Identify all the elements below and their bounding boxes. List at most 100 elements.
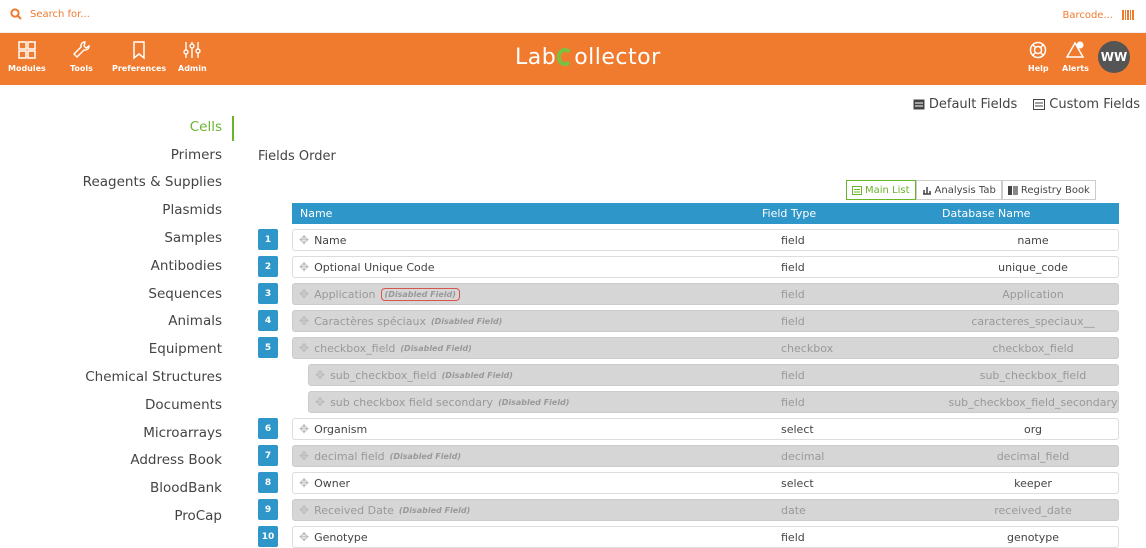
nav-admin-label: Admin (178, 64, 207, 73)
sidebar-item-antibodies[interactable]: Antibodies (0, 252, 222, 280)
barcode-label[interactable]: Barcode... (1062, 10, 1113, 21)
drag-handle-icon[interactable]: ✥ (299, 530, 309, 544)
tab-custom-fields[interactable]: Custom Fields (1033, 97, 1140, 112)
field-row[interactable]: ✥ Optional Unique Code field unique_code (292, 256, 1119, 278)
database-name-cell: keeper (1014, 477, 1052, 490)
sidebar-item-primers[interactable]: Primers (0, 141, 222, 169)
drag-handle-icon[interactable]: ✥ (299, 449, 309, 463)
database-name-cell: checkbox_field (992, 342, 1074, 355)
sidebar-item-sequences[interactable]: Sequences (0, 280, 222, 308)
drag-handle-icon[interactable]: ✥ (315, 395, 325, 409)
drag-handle-icon[interactable]: ✥ (299, 422, 309, 436)
field-row[interactable]: ✥ Caractères spéciaux (Disabled Field) fiel… (292, 310, 1119, 332)
drag-handle-icon[interactable]: ✥ (299, 233, 309, 247)
field-type-cell: decimal (781, 450, 825, 463)
nav-modules-label: Modules (8, 64, 46, 73)
barcode-box[interactable]: Barcode... (1062, 9, 1134, 21)
search-input[interactable] (30, 8, 230, 20)
tab-registry-book-label: Registry Book (1020, 184, 1090, 196)
row-number-badge: 3 (258, 283, 278, 304)
page-title: Fields Order (258, 149, 336, 164)
sub-field-row[interactable]: ✥ sub checkbox field secondary (Disabled F… (308, 391, 1119, 413)
disabled-field-tag: (Disabled Field) (430, 316, 503, 326)
drag-handle-icon[interactable]: ✥ (299, 314, 309, 328)
sidebar-item-documents[interactable]: Documents (0, 391, 222, 419)
database-name-cell: sub_checkbox_field_secondary (948, 396, 1118, 409)
nav-help[interactable]: Help (1028, 40, 1049, 73)
sidebar-item-equipment[interactable]: Equipment (0, 335, 222, 363)
user-avatar[interactable]: WW (1098, 41, 1130, 73)
field-name-cell: ✥ Application (Disabled Field) (299, 287, 460, 301)
labcollector-logo[interactable]: Lab ollector (515, 45, 661, 70)
database-name-cell: Application (1002, 288, 1064, 301)
sidebar-item-cells[interactable]: Cells (0, 113, 222, 141)
nav-alerts[interactable]: Alerts (1062, 40, 1089, 73)
drag-handle-icon[interactable]: ✥ (299, 476, 309, 490)
drag-handle-icon[interactable]: ✥ (299, 287, 309, 301)
row-number-badge: 8 (258, 472, 278, 493)
field-row[interactable]: ✥ checkbox_field (Disabled Field) checkbox c… (292, 337, 1119, 359)
sidebar-item-plasmids[interactable]: Plasmids (0, 196, 222, 224)
sidebar-item-microarrays[interactable]: Microarrays (0, 419, 222, 447)
sidebar-item-animals[interactable]: Animals (0, 308, 222, 336)
row-number-badge: 6 (258, 418, 278, 439)
warning-icon (1066, 41, 1085, 58)
nav-admin[interactable]: Admin (178, 40, 207, 73)
field-name: Name (314, 233, 347, 247)
field-name: sub checkbox field secondary (330, 395, 494, 409)
field-name: Caractères spéciaux (314, 314, 426, 328)
column-header-field-type: Field Type (762, 207, 817, 220)
book-icon (1007, 185, 1018, 195)
field-name: checkbox_field (314, 341, 396, 355)
field-name-cell: ✥ Genotype (299, 530, 368, 544)
drag-handle-icon[interactable]: ✥ (315, 368, 325, 382)
barcode-icon[interactable] (1122, 9, 1134, 21)
tab-registry-book[interactable]: Registry Book (1001, 180, 1096, 200)
drag-handle-icon[interactable]: ✥ (299, 260, 309, 274)
sidebar-item-procap[interactable]: ProCap (0, 502, 222, 530)
field-row[interactable]: ✥ Organism select org (292, 418, 1119, 440)
field-name-cell: ✥ Organism (299, 422, 367, 436)
database-name-cell: decimal_field (996, 450, 1070, 463)
tab-main-list[interactable]: Main List (846, 180, 916, 200)
nav-preferences-label: Preferences (112, 64, 167, 73)
disabled-field-tag: (Disabled Field) (441, 370, 513, 380)
sidebar-item-chemical-structures[interactable]: Chemical Structures (0, 363, 222, 391)
table-header: Name Field Type Database Name (292, 203, 1119, 224)
field-name-cell: ✥ sub checkbox field secondary (Disabled F… (315, 395, 569, 409)
field-type-cell: select (781, 423, 814, 436)
drag-handle-icon[interactable]: ✥ (299, 341, 309, 355)
nav-modules[interactable]: Modules (8, 40, 46, 73)
sidebar-item-samples[interactable]: Samples (0, 224, 222, 252)
field-type-cell: field (781, 234, 805, 247)
tab-default-fields[interactable]: Default Fields (913, 97, 1017, 112)
field-type-cell: field (781, 396, 805, 409)
database-name-cell: org (1023, 423, 1043, 436)
database-name-cell: name (1017, 234, 1049, 247)
sub-field-row[interactable]: ✥ sub_checkbox_field (Disabled Field) field… (308, 364, 1119, 386)
row-number-badge: 2 (258, 256, 278, 277)
field-row[interactable]: ✥ Owner select keeper (292, 472, 1119, 494)
field-type-cell: select (781, 477, 814, 490)
search-icon[interactable] (10, 8, 22, 20)
sidebar-item-bloodbank[interactable]: BloodBank (0, 474, 222, 502)
tab-analysis[interactable]: Analysis Tab (915, 180, 1002, 200)
field-name-cell: ✥ Owner (299, 476, 350, 490)
nav-tools[interactable]: Tools (70, 40, 93, 73)
column-header-name: Name (300, 207, 333, 220)
sidebar-item-reagents[interactable]: Reagents & Supplies (0, 169, 222, 197)
lifebuoy-icon (1030, 41, 1047, 59)
sidebar-item-address-book[interactable]: Address Book (0, 447, 222, 475)
drag-handle-icon[interactable]: ✥ (299, 503, 309, 517)
nav-preferences[interactable]: Preferences (112, 40, 166, 73)
field-name-cell: ✥ Name (299, 233, 347, 247)
field-name: sub_checkbox_field (330, 368, 437, 382)
field-row[interactable]: ✥ Name field name (292, 229, 1119, 251)
field-row[interactable]: ✥ Received Date (Disabled Field) date receiv… (292, 499, 1119, 521)
field-row[interactable]: ✥ Genotype field genotype (292, 526, 1119, 548)
field-row[interactable]: ✥ decimal field (Disabled Field) decimal dec… (292, 445, 1119, 467)
field-name: Application (314, 287, 376, 301)
row-number-badge: 1 (258, 229, 278, 250)
disabled-field-tag: (Disabled Field) (400, 343, 472, 353)
field-row[interactable]: ✥ Application (Disabled Field) field Applica… (292, 283, 1119, 305)
